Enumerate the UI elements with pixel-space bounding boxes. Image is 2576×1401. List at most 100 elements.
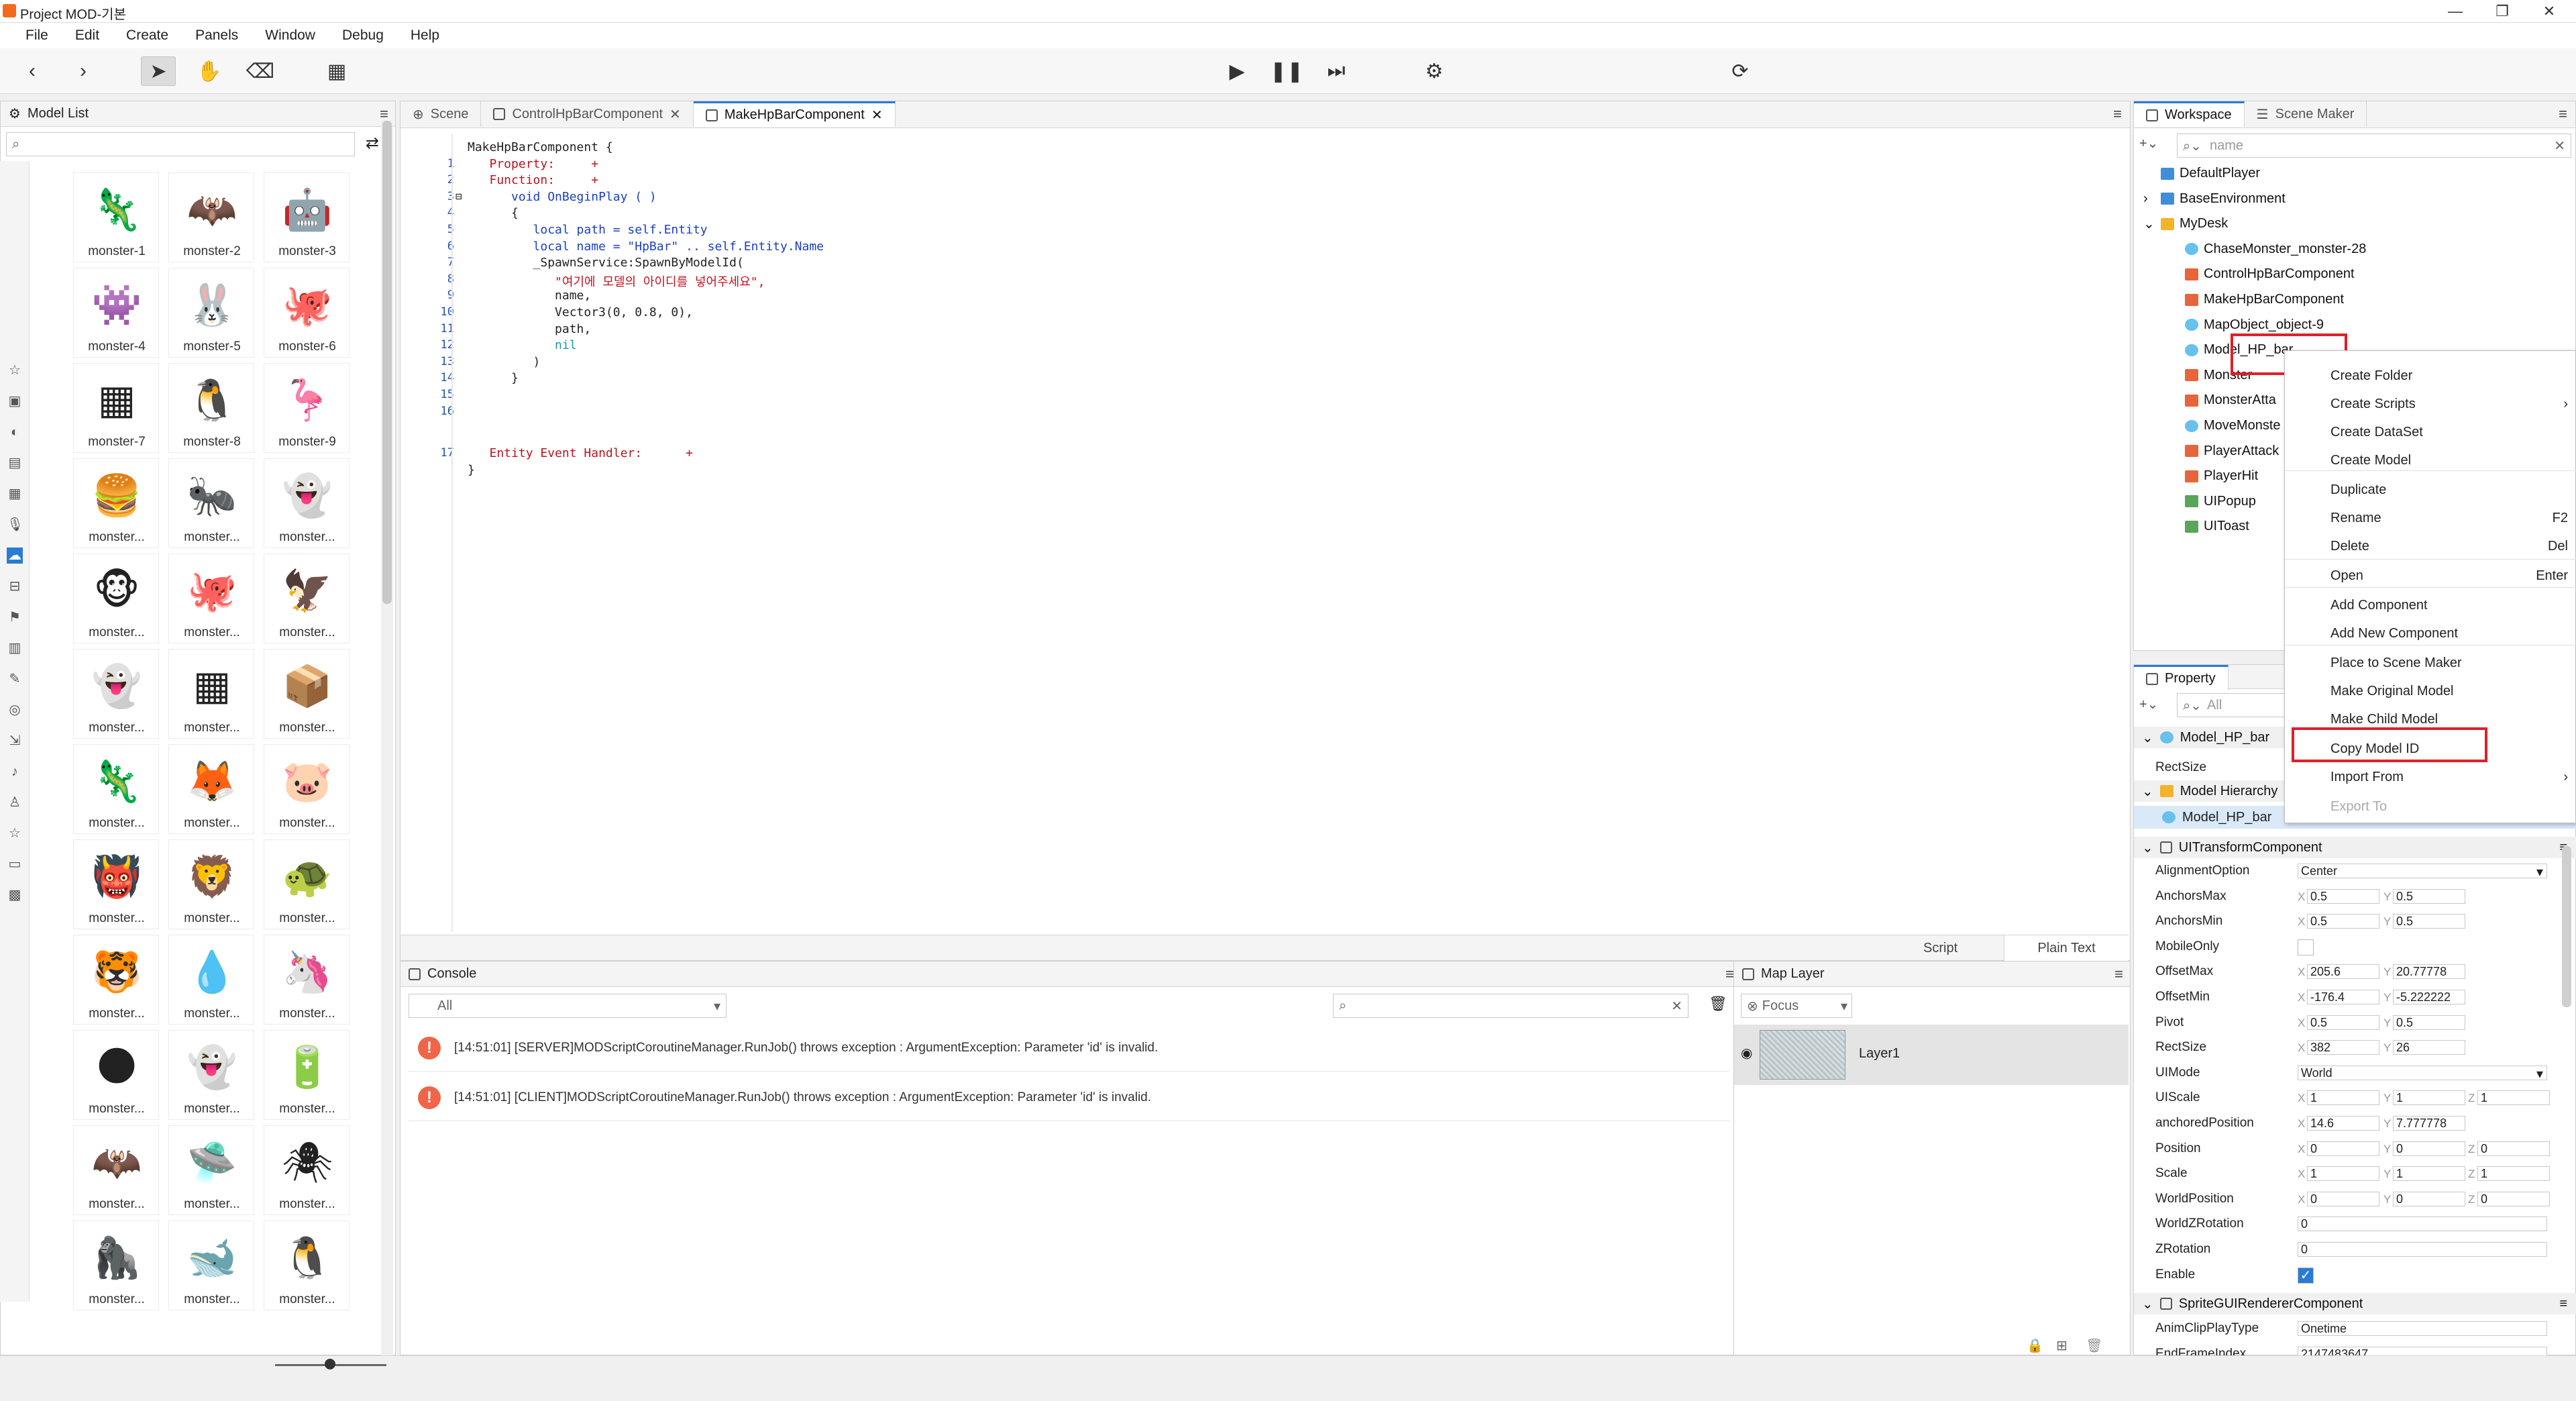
model-item[interactable]: 🐋 monster... (168, 1221, 254, 1310)
tree-item[interactable]: MakeHpBarComponent (2185, 292, 2344, 307)
code-line[interactable]: ) (468, 355, 541, 369)
clear-icon[interactable]: ✕ (2554, 138, 2565, 154)
model-item[interactable]: 📦 monster... (264, 649, 350, 739)
model-item[interactable]: 👹 monster... (73, 839, 159, 929)
add-entity-icon[interactable]: +⌄ (2139, 135, 2158, 152)
vector-field[interactable]: 0 (2307, 1191, 2379, 1206)
uitransform-section[interactable]: ⌄UITransformComponent≡ (2134, 837, 2576, 858)
category-icon[interactable]: ◐ (7, 424, 23, 440)
checkbox[interactable]: ✓ (2298, 1267, 2314, 1284)
menu-item[interactable]: Open Enter (2330, 568, 2572, 584)
vector-field[interactable]: 0 (2393, 1141, 2465, 1156)
tab-workspace[interactable]: Workspace (2134, 101, 2245, 127)
category-icon[interactable]: ⊟ (7, 578, 23, 594)
category-icon[interactable]: ▥ (7, 640, 23, 656)
code-line[interactable]: void OnBeginPlay ( ) (468, 190, 657, 204)
model-item[interactable]: 🐧 monster... (264, 1221, 350, 1310)
model-item[interactable]: 🦎 monster-1 (73, 172, 159, 262)
tree-item[interactable]: ChaseMonster_monster-28 (2185, 242, 2366, 257)
tree-item[interactable]: UIToast (2185, 519, 2249, 534)
vector-field[interactable]: 1 (2307, 1090, 2379, 1106)
tree-item[interactable]: PlayerAttack (2185, 444, 2279, 459)
menu-item[interactable]: Create Folder (2330, 368, 2572, 384)
tab-scene[interactable]: ⊕ Scene (400, 101, 482, 127)
model-item[interactable]: 🔋 monster... (264, 1030, 350, 1120)
model-item[interactable]: 🐜 monster... (168, 458, 254, 548)
vector-field[interactable]: 1 (2477, 1090, 2550, 1106)
model-item[interactable]: 🐯 monster... (73, 935, 159, 1025)
console-message[interactable]: ! [14:51:01] [CLIENT]MODScriptCoroutineMa… (409, 1074, 1730, 1121)
fold-icon[interactable]: ⊟ (455, 190, 462, 203)
tree-item[interactable]: › BaseEnvironment (2143, 191, 2286, 207)
tree-item[interactable]: DefaultPlayer (2161, 166, 2260, 181)
vector-field[interactable]: -176.4 (2307, 990, 2379, 1004)
property-field[interactable]: Center (2298, 864, 2547, 878)
pause-icon[interactable]: ❚❚ (1269, 56, 1304, 86)
expand-icon[interactable]: ⌄ (2143, 215, 2155, 232)
code-line[interactable]: name, (468, 289, 591, 303)
model-item[interactable]: 🐙 monster... (168, 554, 254, 643)
close-tab-icon[interactable]: ✕ (871, 107, 883, 123)
grid-tool-icon[interactable]: ▦ (319, 56, 354, 86)
menu-create[interactable]: Create (114, 28, 183, 44)
select-tool-icon[interactable]: ➤ (141, 56, 176, 86)
code-line[interactable]: } (468, 371, 519, 385)
menu-item[interactable]: Delete Del (2330, 539, 2572, 554)
eraser-tool-icon[interactable]: ⌫ (243, 56, 278, 86)
code-line[interactable]: nil (468, 338, 577, 352)
menu-item[interactable]: Create DataSet (2330, 425, 2572, 440)
menu-help[interactable]: Help (398, 28, 454, 44)
forward-icon[interactable]: › (66, 56, 101, 86)
code-line[interactable]: local name = "HpBar" .. self.Entity.Name (468, 240, 824, 254)
vector-field[interactable]: 1 (2477, 1166, 2550, 1182)
plain-text-mode-tab[interactable]: Plain Text (2004, 935, 2129, 961)
tree-item[interactable]: MonsterAtta (2185, 393, 2276, 408)
category-icon[interactable]: ▣ (7, 393, 23, 409)
model-search-input[interactable]: ⌕ (6, 132, 355, 156)
expand-icon[interactable]: › (2143, 191, 2148, 207)
model-item[interactable]: 🌑 monster... (73, 1030, 159, 1120)
model-item[interactable]: ▦ monster... (168, 649, 254, 739)
model-item[interactable]: 🐙 monster-6 (264, 268, 350, 358)
delete-layer-icon[interactable]: 🗑 (2086, 1337, 2102, 1354)
sprite-renderer-section[interactable]: ⌄ SpriteGUIRendererComponent ≡ (2134, 1293, 2576, 1314)
panel-menu-icon[interactable]: ≡ (2551, 101, 2575, 127)
vector-field[interactable]: 205.6 (2307, 964, 2379, 980)
debug-icon[interactable]: ⚙ (1417, 56, 1452, 86)
code-line[interactable]: _SpawnService:SpawnByModelId( (468, 256, 744, 270)
category-icon[interactable]: ☆ (7, 825, 23, 841)
code-line[interactable]: local path = self.Entity (468, 223, 708, 237)
code-line[interactable]: } (468, 463, 475, 477)
eye-icon[interactable]: ◉ (1741, 1045, 1752, 1061)
model-item[interactable]: 🛸 monster... (168, 1125, 254, 1215)
category-icon[interactable]: ✎ (7, 671, 23, 687)
menu-item[interactable]: Make Child Model (2330, 712, 2572, 727)
property-field[interactable]: 0 (2298, 1216, 2547, 1232)
menu-item[interactable]: Create Scripts › (2330, 397, 2572, 412)
model-item[interactable]: 👻 monster... (73, 649, 159, 739)
menu-item[interactable]: Import From › (2330, 770, 2572, 785)
vector-field[interactable]: 0.5 (2307, 888, 2379, 904)
model-item[interactable]: 🦁 monster... (168, 839, 254, 929)
tree-item[interactable]: UIPopup (2185, 494, 2256, 509)
model-item[interactable]: 🕷 monster... (264, 1125, 350, 1215)
vector-field[interactable]: 0.5 (2307, 1015, 2379, 1030)
scroll-thumb[interactable] (382, 121, 392, 604)
code-line[interactable]: Property: + (468, 157, 599, 171)
model-item[interactable]: 🦍 monster... (73, 1221, 159, 1310)
category-icon[interactable]: ▤ (7, 455, 23, 471)
menu-debug[interactable]: Debug (330, 28, 398, 44)
code-line[interactable]: Entity Event Handler: + (468, 446, 693, 460)
model-item[interactable]: 🦅 monster... (264, 554, 350, 643)
clear-icon[interactable]: ✕ (1671, 998, 1682, 1015)
tree-item[interactable]: ⌄ MyDesk (2143, 216, 2228, 231)
checkbox[interactable] (2298, 939, 2314, 955)
vector-field[interactable]: 0 (2393, 1191, 2465, 1206)
menu-file[interactable]: File (13, 28, 63, 44)
step-icon[interactable]: ⏭ (1319, 56, 1354, 86)
vector-field[interactable]: 14.6 (2307, 1116, 2379, 1131)
vector-field[interactable]: 7.777778 (2393, 1116, 2465, 1131)
category-icon[interactable]: ♪ (7, 764, 23, 780)
code-line[interactable]: { (468, 206, 519, 220)
model-list-scrollbar[interactable] (381, 121, 393, 1355)
